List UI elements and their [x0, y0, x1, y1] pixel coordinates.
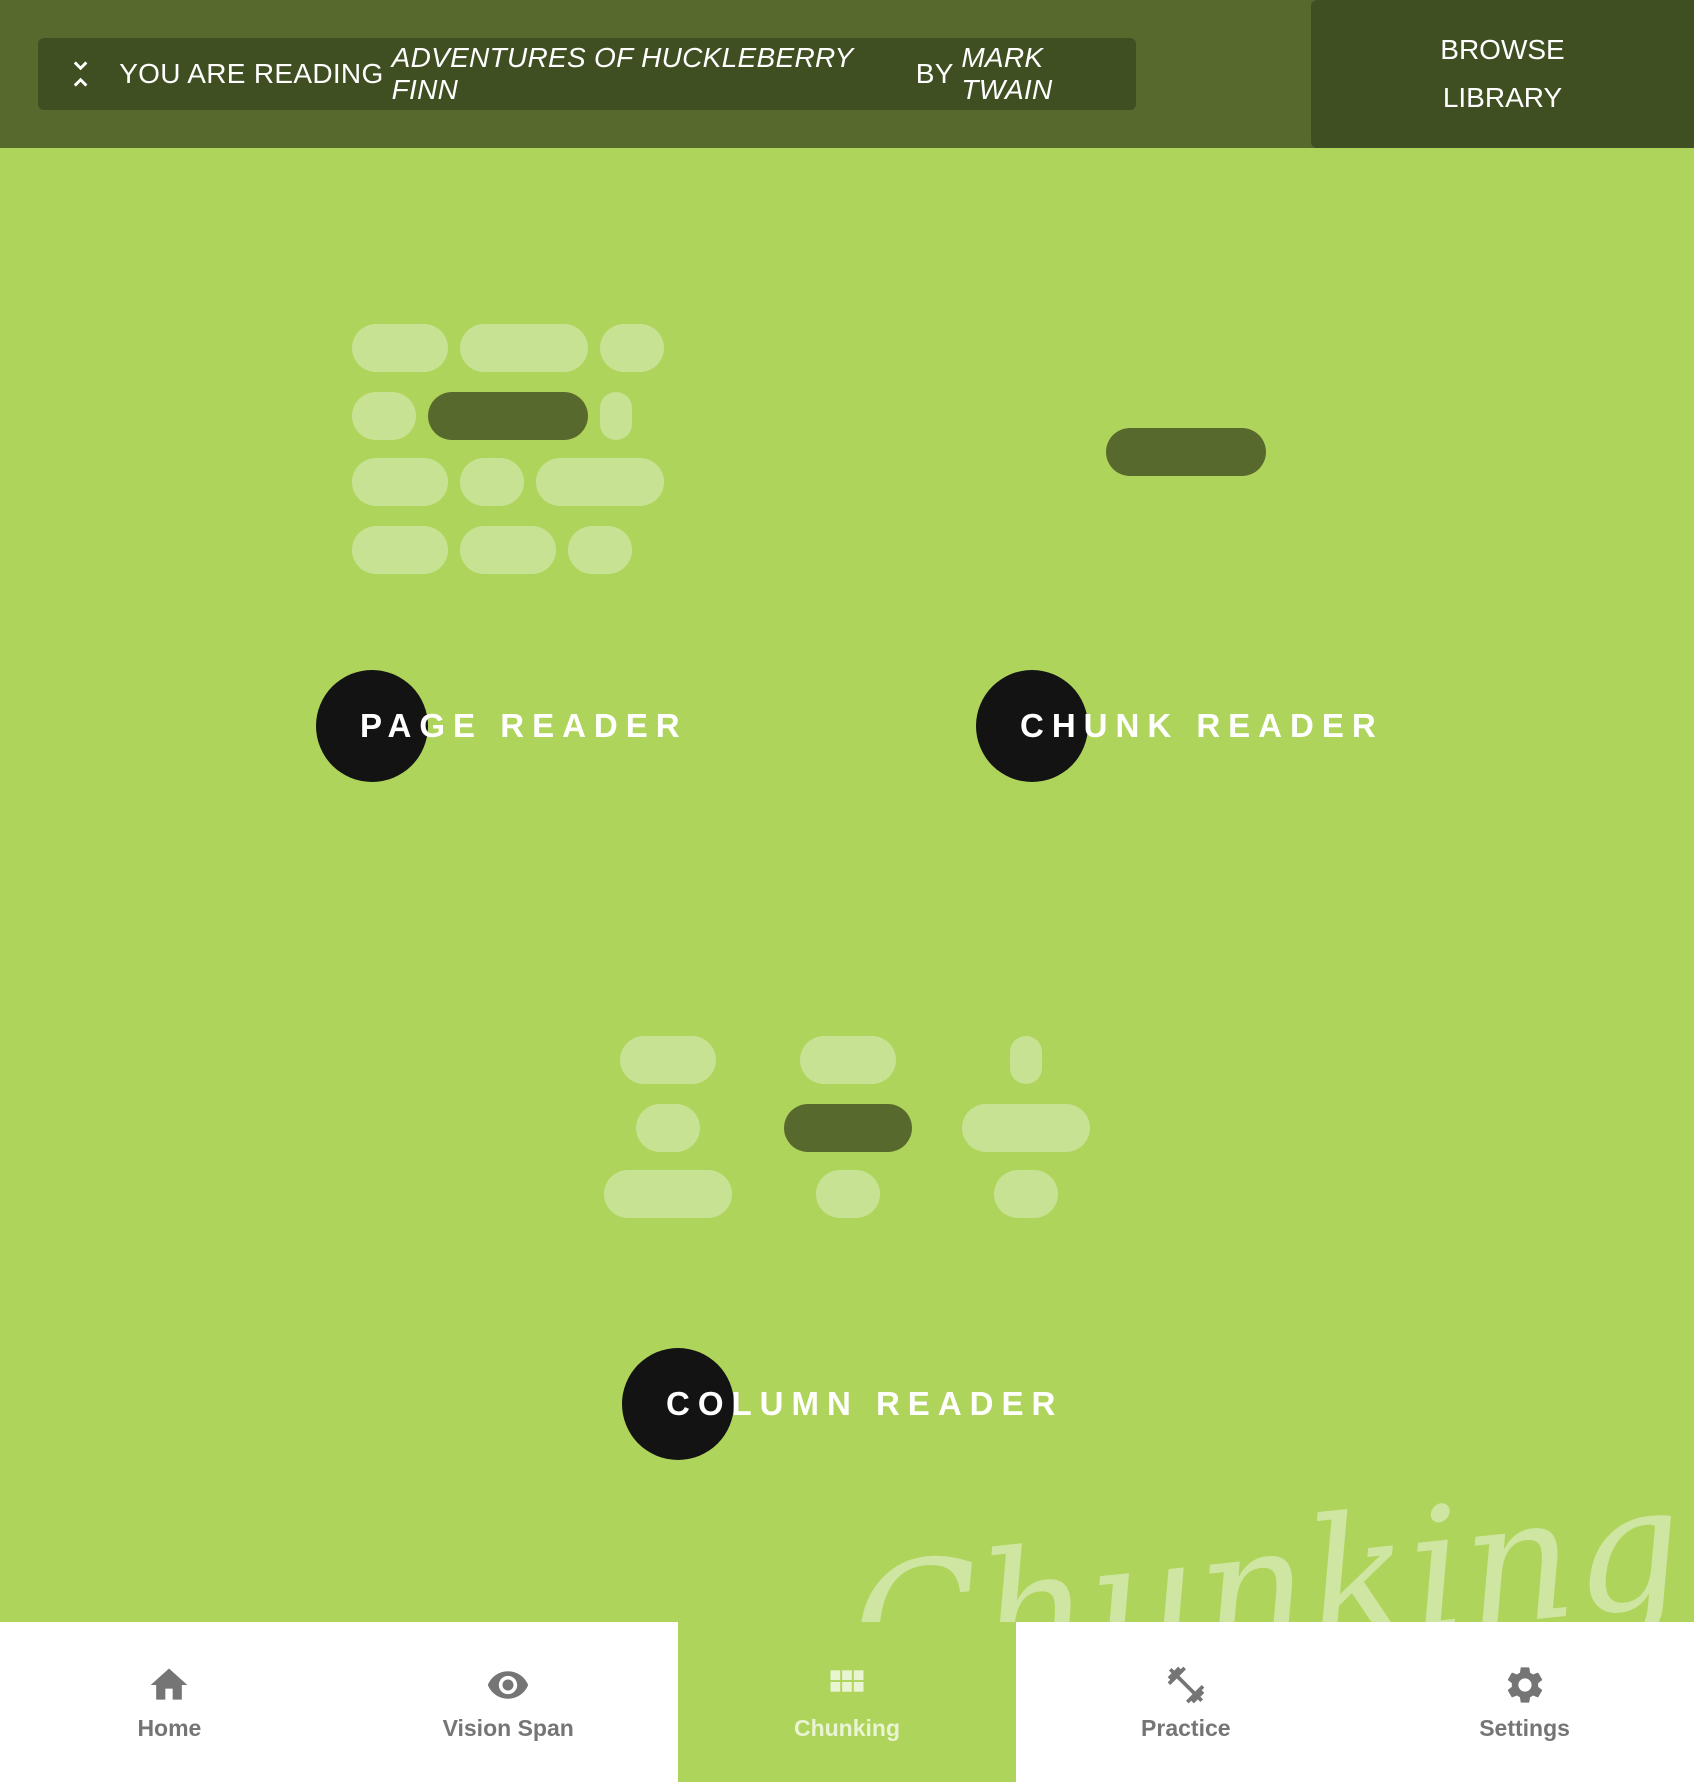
- text-pill: [600, 392, 632, 440]
- text-pill: [352, 526, 448, 574]
- nav-label-settings: Settings: [1479, 1714, 1570, 1741]
- text-pill: [536, 458, 664, 506]
- nav-item-settings[interactable]: Settings: [1355, 1622, 1694, 1782]
- text-pill: [1010, 1036, 1042, 1084]
- eye-icon: [488, 1670, 529, 1699]
- nav-item-chunking[interactable]: Chunking: [677, 1622, 1017, 1782]
- top-header: YOU ARE READING ADVENTURES OF HUCKLEBERR…: [0, 0, 1694, 148]
- collapse-icon[interactable]: [70, 58, 91, 90]
- text-pill: [620, 1036, 716, 1084]
- text-pill: [636, 1104, 700, 1152]
- text-pill: [460, 526, 556, 574]
- text-pill: [816, 1170, 880, 1218]
- dumbbell-icon: [1167, 1666, 1205, 1703]
- chunk-reader-label: CHUNK READER: [1020, 707, 1384, 744]
- text-pill: [604, 1170, 732, 1218]
- text-pill: [352, 458, 448, 506]
- current-book-banner[interactable]: YOU ARE READING ADVENTURES OF HUCKLEBERR…: [38, 38, 1136, 110]
- nav-label-practice: Practice: [1141, 1714, 1231, 1741]
- page-reader-label: PAGE READER: [360, 707, 688, 744]
- active-chunk-pill: [428, 392, 588, 440]
- nav-item-practice[interactable]: Practice: [1016, 1622, 1355, 1782]
- text-pill: [352, 324, 448, 372]
- text-pill: [460, 324, 588, 372]
- nav-label-home: Home: [137, 1714, 202, 1741]
- active-chunk-pill: [1106, 428, 1266, 476]
- gear-icon: [1507, 1666, 1542, 1703]
- book-title: ADVENTURES OF HUCKLEBERRY FINN: [391, 42, 853, 105]
- nav-label-vision-span: Vision Span: [442, 1714, 574, 1741]
- browse-library-line1: BROWSE: [1440, 34, 1565, 65]
- by-text: BY: [907, 58, 962, 89]
- browse-library-button[interactable]: BROWSE LIBRARY: [1311, 0, 1694, 148]
- nav-item-vision-span[interactable]: Vision Span: [339, 1622, 678, 1782]
- text-pill: [460, 458, 524, 506]
- nav-item-home[interactable]: Home: [0, 1622, 339, 1782]
- browse-library-line2: LIBRARY: [1442, 82, 1563, 113]
- page-reader-button[interactable]: PAGE READER: [316, 670, 688, 782]
- reading-prefix: YOU ARE READING: [119, 58, 392, 89]
- chunk-reader-button[interactable]: CHUNK READER: [976, 670, 1384, 782]
- book-author: MARK TWAIN: [961, 42, 1053, 105]
- grid-icon: [830, 1669, 864, 1692]
- text-pill: [962, 1104, 1090, 1152]
- home-icon: [151, 1668, 188, 1700]
- bottom-navigation: Home Vision Span Chunking Practice Setti…: [0, 1622, 1694, 1782]
- text-pill: [600, 324, 664, 372]
- column-reader-button[interactable]: COLUMN READER: [622, 1348, 1063, 1460]
- text-pill: [568, 526, 632, 574]
- nav-label-chunking: Chunking: [793, 1714, 901, 1741]
- text-pill: [800, 1036, 896, 1084]
- column-reader-label: COLUMN READER: [666, 1385, 1064, 1422]
- text-pill: [352, 392, 416, 440]
- active-chunk-pill: [784, 1104, 912, 1152]
- chunking-modes-area: PAGE READER CHUNK READER COLUMN READER C…: [0, 148, 1694, 1731]
- text-pill: [994, 1170, 1058, 1218]
